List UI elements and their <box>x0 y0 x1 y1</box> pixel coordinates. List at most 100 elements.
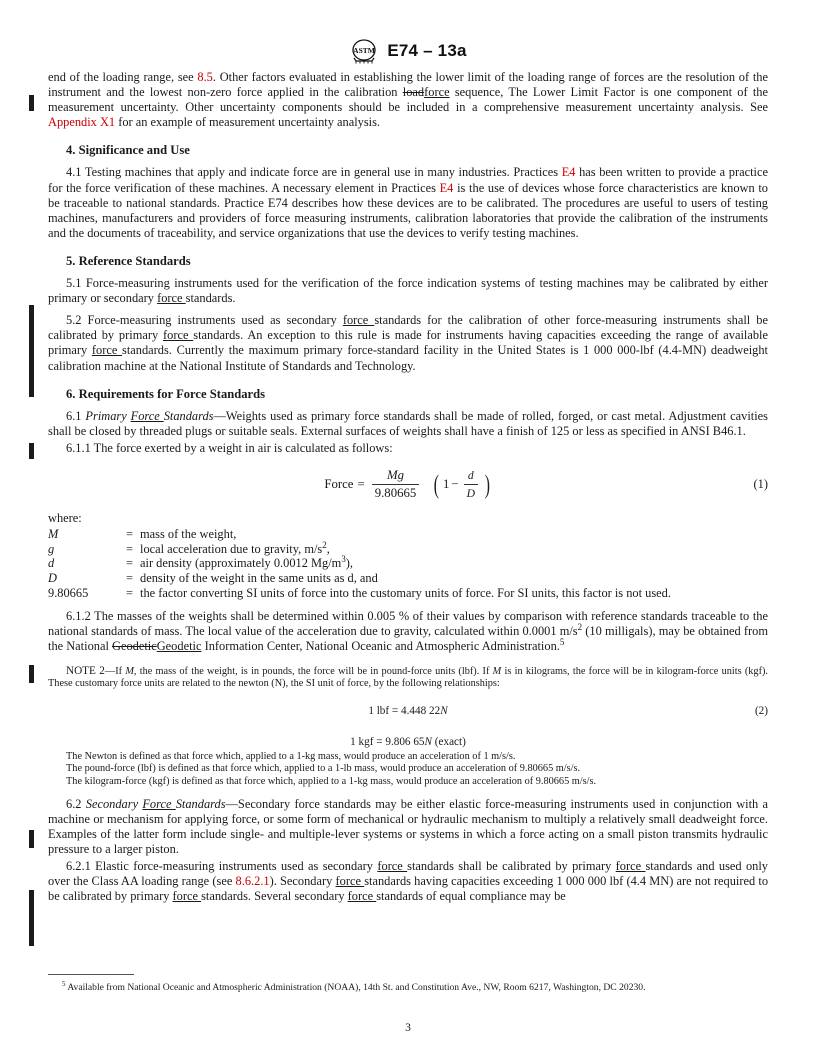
paragraph-6-2-1: 6.2.1 Elastic force-measuring instrument… <box>48 859 768 904</box>
inserted-text-force: force <box>91 343 123 358</box>
intro-seg-1: end of the loading range, see <box>48 70 198 84</box>
equation-1-frac-den: D <box>463 484 478 501</box>
deleted-text-load: load <box>402 85 425 100</box>
where-row: g = local acceleration due to gravity, m/s… <box>48 539 768 557</box>
equation-2-row: 1 lbf = 4.448 22N (2) <box>48 704 768 719</box>
footnote-ref-5[interactable]: 5 <box>560 637 564 647</box>
equation-1-fraction-dD: d D <box>463 468 478 501</box>
where-superscript: 2 <box>322 539 327 550</box>
paragraph-5-2: 5.2 Force-measuring instruments used as … <box>48 313 768 373</box>
paragraph-number-4-1: 4.1 <box>66 165 82 180</box>
where-symbol: 9.80665 <box>48 585 89 600</box>
where-symbol: M <box>48 527 59 542</box>
paragraph-number-6-2-1: 6.2.1 <box>66 859 91 874</box>
equation-3-symbol: N <box>424 736 432 749</box>
paragraph-number-6-1: 6.1 <box>66 408 82 423</box>
p52-seg-1: Force-measuring instruments used as seco… <box>87 313 343 328</box>
change-bar <box>29 95 34 111</box>
note-definition-lines: The Newton is defined as that force whic… <box>48 751 768 789</box>
section-heading-5: 5. Reference Standards <box>66 253 191 268</box>
p51-seg-1: Force-measuring instruments used for the… <box>48 276 768 306</box>
note-definition-line: The kilogram-force (kgf) is defined as t… <box>66 776 597 788</box>
inserted-text-force: force <box>157 291 186 306</box>
note-2-label: NOTE 2 <box>66 664 105 677</box>
link-8-6-2-1[interactable]: 8.6.2.1 <box>236 874 270 888</box>
p52-seg-4: standards. Currently the maximum primary… <box>48 343 768 373</box>
where-symbol: g <box>48 541 55 556</box>
note-definition-line: The Newton is defined as that force whic… <box>66 750 516 762</box>
link-8-5[interactable]: 8.5 <box>197 70 213 84</box>
paragraph-number-5-1: 5.1 <box>66 276 82 291</box>
deleted-text-geodetic: Geodetic <box>112 639 157 654</box>
p62-italic-lead-b: Standards <box>175 796 226 811</box>
inserted-text-force: force <box>163 328 194 343</box>
link-appendix-x1[interactable]: Appendix X1 <box>48 115 115 129</box>
section-heading-6: 6. Requirements for Force Standards <box>66 386 266 401</box>
equation-2-text: 1 lbf = 4.448 22 <box>368 705 441 718</box>
paragraph-6-1-1: 6.1.1 The force exerted by a weight in a… <box>48 441 768 456</box>
inserted-text-force: force <box>424 85 450 100</box>
footnote-5-text: Available from National Oceanic and Atmo… <box>65 982 646 993</box>
footnote-5: 5 Available from National Oceanic and At… <box>48 981 768 994</box>
inserted-text-force: force <box>377 859 408 874</box>
p621-seg-2: standards shall be calibrated by primary <box>407 859 616 874</box>
astm-logo-icon: ASTM <box>349 38 379 64</box>
where-equals: = <box>126 541 133 556</box>
page-number: 3 <box>405 1021 411 1034</box>
link-e4-second[interactable]: E4 <box>440 181 454 195</box>
p621-seg-7: standards of equal compliance may be <box>376 889 566 904</box>
footnote-area: 5 Available from National Oceanic and At… <box>48 974 768 994</box>
inserted-text-force: force <box>342 313 375 328</box>
where-description: density of the weight in the same units … <box>140 571 378 586</box>
where-equals: = <box>126 585 133 600</box>
where-row: D = density of the weight in the same unit… <box>48 571 768 586</box>
equation-3-text: 1 kgf = 9.806 65 <box>350 736 425 749</box>
where-equals: = <box>126 527 133 542</box>
where-description: local acceleration due to gravity, m/s2, <box>140 539 330 556</box>
change-bar <box>29 830 34 848</box>
p611-seg-1: The force exerted by a weight in air is … <box>93 440 393 455</box>
equation-3-suffix: (exact) <box>431 736 466 749</box>
paragraph-intro: end of the loading range, see 8.5. Other… <box>48 70 768 130</box>
footnote-separator-rule <box>48 974 134 975</box>
inserted-text-force: force <box>615 859 646 874</box>
p61-italic-lead-b: Standards <box>163 408 214 423</box>
p51-seg-2: standards. <box>185 291 236 306</box>
where-row: d = air density (approximately 0.0012 Mg/m… <box>48 555 768 571</box>
inserted-text-force: force <box>335 874 365 889</box>
where-label: where: <box>48 511 82 526</box>
document-header: ASTM E74 – 13a <box>0 0 816 70</box>
equation-1-frac-num: d <box>467 468 474 482</box>
equation-1: Force = Mg 9.80665 ( 1 − d D ) <box>324 468 491 501</box>
section-heading-4: 4. Significance and Use <box>66 143 190 158</box>
document-body: end of the loading range, see 8.5. Other… <box>48 70 768 905</box>
p61-italic-lead-a: Primary <box>85 408 131 423</box>
paragraph-6-1: 6.1 Primary Force Standards—Weights used… <box>48 409 768 439</box>
inserted-text-force: Force <box>130 408 164 423</box>
inserted-text-force: force <box>172 889 202 904</box>
note-definition-line: The pound-force (lbf) is defined as that… <box>66 763 581 775</box>
p41-seg-1: Testing machines that apply and indicate… <box>84 165 562 180</box>
p621-seg-1: Elastic force-measuring instruments used… <box>95 859 378 874</box>
link-e4-first[interactable]: E4 <box>562 165 576 179</box>
where-row: M = mass of the weight, <box>48 527 768 542</box>
paragraph-number-6-2: 6.2 <box>66 796 82 811</box>
equation-1-numerator: Mg <box>386 467 405 482</box>
equation-3-row: 1 kgf = 9.806 65N (exact) <box>48 735 768 750</box>
equation-2-number: (2) <box>754 705 768 718</box>
paragraph-5-1: 5.1 Force-measuring instruments used for… <box>48 276 768 306</box>
equation-1-row: Force = Mg 9.80665 ( 1 − d D ) (1) <box>48 468 768 501</box>
paragraph-number-6-1-2: 6.1.2 <box>66 609 91 624</box>
change-bar <box>29 665 34 683</box>
where-description: mass of the weight, <box>140 527 237 542</box>
equation-1-minus: − <box>451 477 459 492</box>
intro-seg-4: for an example of measurement uncertaint… <box>115 115 381 130</box>
p612-seg-3: Information Center, National Oceanic and… <box>201 639 560 654</box>
where-definition-list: M = mass of the weight, g = local acceleratio… <box>48 527 768 600</box>
inserted-text-force: Force <box>142 796 176 811</box>
where-equals: = <box>126 571 133 586</box>
where-equals: = <box>126 556 133 571</box>
paragraph-number-5-2: 5.2 <box>66 313 82 328</box>
paragraph-4-1: 4.1 Testing machines that apply and indi… <box>48 165 768 240</box>
p621-seg-6: standards. Several secondary <box>201 889 348 904</box>
